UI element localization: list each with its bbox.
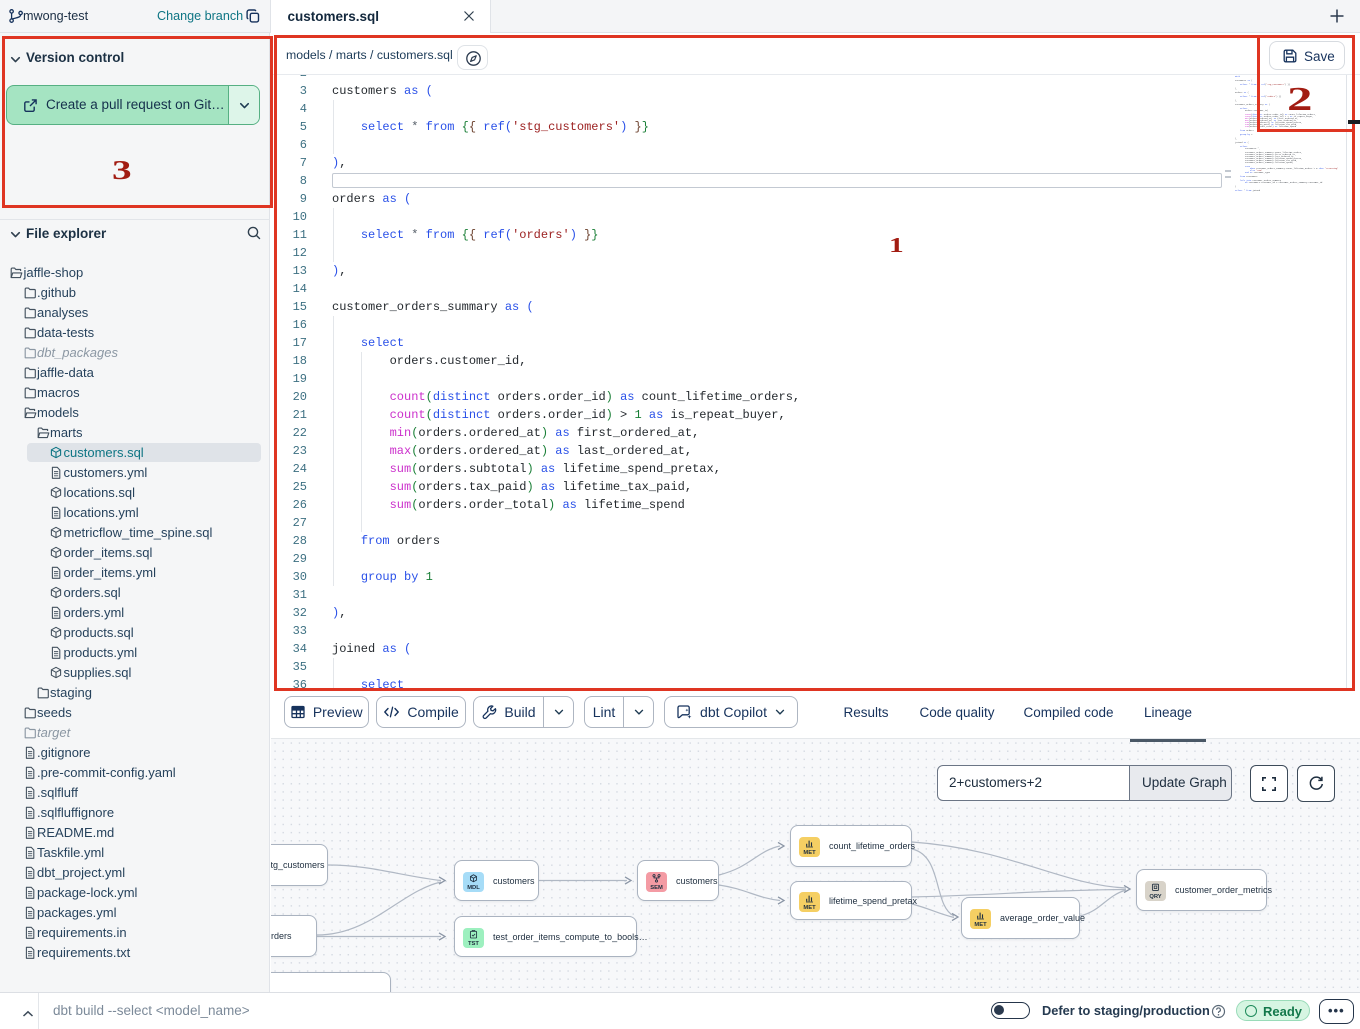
- svg-text:MET: MET: [803, 905, 816, 911]
- svg-text:SEM: SEM: [650, 885, 663, 891]
- svg-text:MET: MET: [803, 850, 816, 856]
- svg-text:TST: TST: [468, 941, 479, 947]
- svg-text:MET: MET: [974, 922, 987, 928]
- svg-text:QRY: QRY: [1149, 894, 1161, 900]
- svg-text:MDL: MDL: [467, 885, 480, 891]
